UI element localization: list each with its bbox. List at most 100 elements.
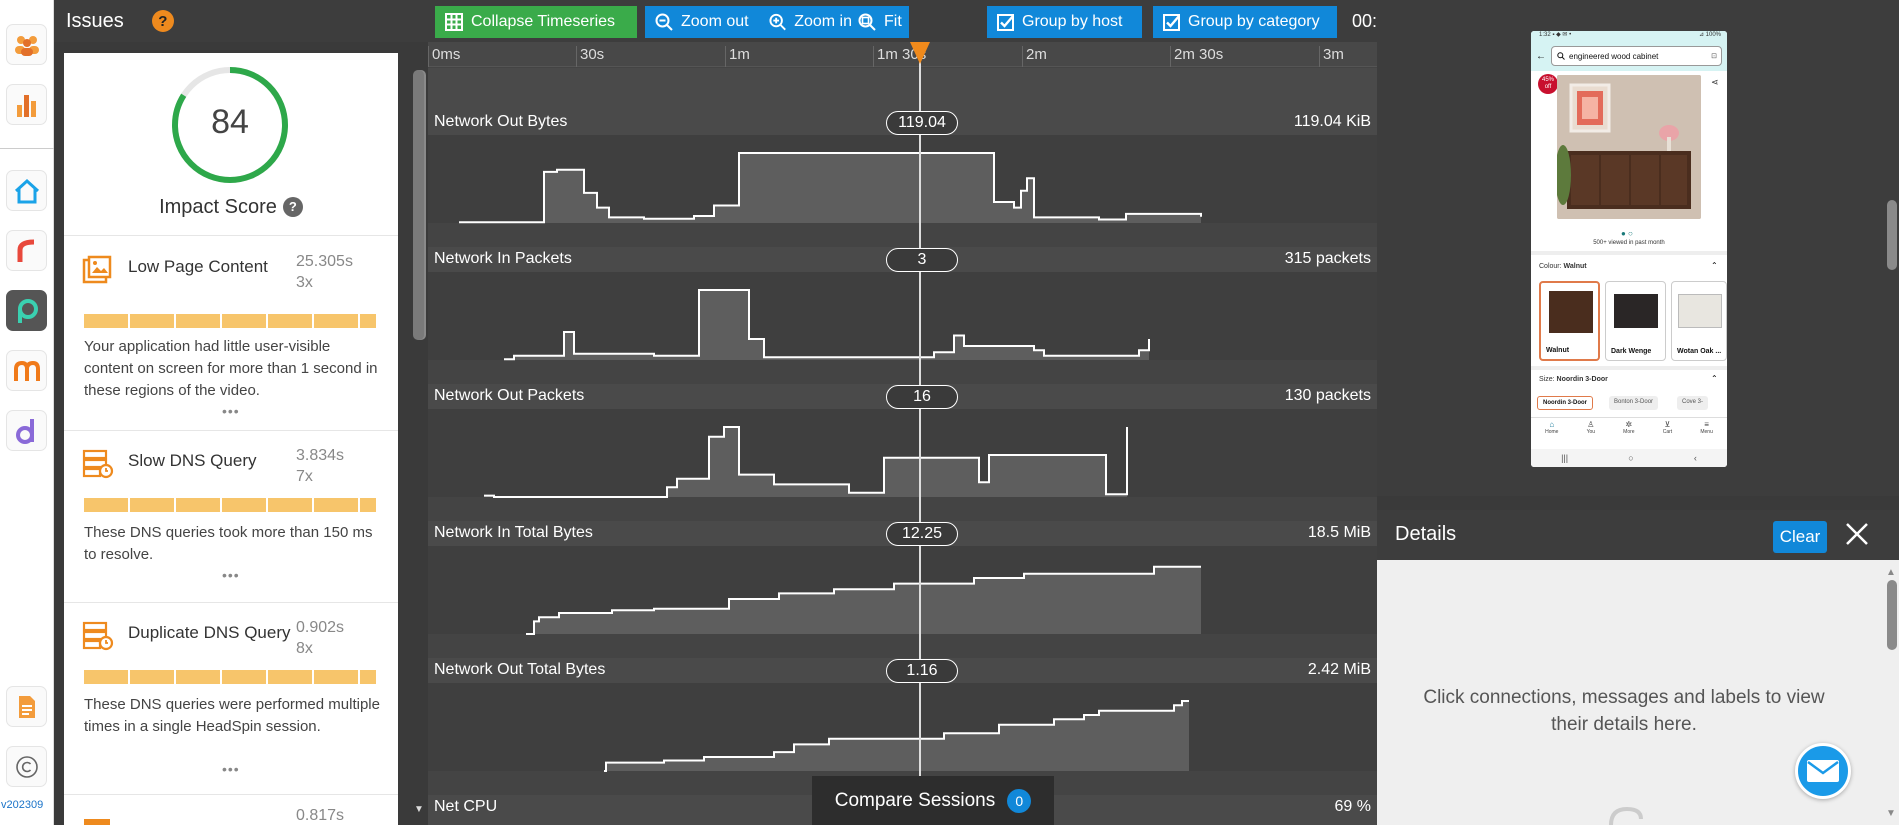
r-app-icon[interactable] [6, 230, 47, 271]
document-icon[interactable] [6, 686, 47, 727]
compare-count-badge: 0 [1007, 788, 1032, 813]
d-app-icon[interactable] [6, 410, 47, 451]
scroll-up-arrow[interactable]: ▲ [1886, 567, 1896, 578]
users-icon[interactable] [6, 24, 47, 65]
lane-series-fill [459, 153, 1201, 223]
clear-button[interactable]: Clear [1773, 521, 1827, 553]
timeseries-charts[interactable] [428, 42, 1377, 825]
issue-count: 3x [296, 274, 313, 291]
size-option[interactable]: Bonton 3-Door [1609, 396, 1659, 410]
issue-more[interactable]: ••• [222, 567, 240, 583]
grid-icon [445, 13, 463, 31]
lane-series-line[interactable] [504, 289, 1150, 361]
fit-button[interactable]: Fit [852, 6, 909, 38]
nav-cart[interactable]: ⊻ Cart [1663, 420, 1672, 441]
size-label: Size: [1539, 376, 1555, 383]
p-app-icon[interactable] [6, 290, 47, 331]
swatch-walnut[interactable]: Walnut [1539, 281, 1600, 361]
copyright-icon[interactable] [6, 746, 47, 787]
cart-icon: ⊻ [1664, 420, 1671, 429]
playhead-line[interactable] [919, 62, 921, 825]
app-root: v202309 Issues ? 84 Impact Score? Low Pa… [0, 0, 1899, 825]
phone-search-text: engineered wood cabinet [1569, 51, 1659, 61]
chevron-up-icon[interactable]: ⌃ [1711, 261, 1718, 270]
lane-series-fill [484, 427, 1127, 497]
nav-home[interactable]: ⌂ Home [1545, 420, 1558, 441]
issue-description: These DNS queries took more than 150 ms … [84, 524, 373, 563]
nav-menu[interactable]: ≡ Menu [1700, 420, 1713, 441]
impact-score-card: 84 Impact Score? [64, 53, 398, 236]
issue-more[interactable]: ••• [222, 761, 240, 777]
swatch-image [1549, 291, 1593, 333]
back-arrow-icon[interactable]: ← [1536, 51, 1546, 62]
issue-low-page-content[interactable]: Low Page Content 25.305s 3x Your applicat… [64, 237, 398, 431]
timeline-area[interactable]: 0ms 30s 1m 1m 30s 2m 2m 30s 3m Network O… [413, 42, 1377, 825]
colour-row[interactable]: Colour: Walnut [1539, 263, 1587, 270]
nav-you[interactable]: ♙ You [1587, 420, 1595, 441]
details-hint: Click connections, messages and labels t… [1423, 687, 1825, 735]
carousel-dots[interactable]: ● ○ [1621, 229, 1633, 238]
issue-timeline-bar[interactable] [84, 498, 376, 512]
contact-support-button[interactable] [1795, 743, 1851, 799]
close-icon[interactable] [1843, 520, 1871, 548]
issue-time: 25.305s 3x [296, 251, 353, 293]
recents-button[interactable]: ||| [1561, 453, 1568, 463]
group-host-label: Group by host [1022, 13, 1123, 30]
device-panel-scrollbar[interactable] [1887, 200, 1897, 270]
issues-title: Issues [66, 9, 124, 32]
issue-count: 7x [296, 468, 313, 485]
issue-duration: 3.834s [296, 447, 345, 464]
issue-slow-dns-query[interactable]: Slow DNS Query 3.834s 7x These DNS querie… [64, 431, 398, 603]
chevron-up-icon[interactable]: ⌃ [1711, 374, 1718, 383]
camera-icon[interactable]: ⊡ [1711, 52, 1717, 60]
collapse-timeseries-button[interactable]: Collapse Timeseries [435, 6, 637, 38]
scroll-down-arrow[interactable]: ▼ [414, 804, 424, 815]
size-option[interactable]: Noordin 3-Door [1537, 396, 1593, 410]
zoom-in-button[interactable]: Zoom in [763, 6, 852, 38]
compare-sessions-button[interactable]: Compare Sessions 0 [812, 776, 1054, 825]
issue-duplicate-dns-query[interactable]: Duplicate DNS Query 0.902s 8x These DNS q… [64, 603, 398, 795]
issue-count: 8x [296, 640, 313, 657]
nav-label: Cart [1662, 429, 1673, 435]
phone-search-box[interactable]: engineered wood cabinet ⊡ [1551, 46, 1722, 66]
issues-help-icon[interactable]: ? [151, 10, 174, 32]
phone-battery: ⊿ 100% [1698, 32, 1721, 38]
playhead-marker[interactable] [910, 42, 930, 64]
home-button[interactable]: ○ [1628, 453, 1633, 463]
analytics-icon[interactable] [6, 84, 47, 125]
rail-divider [0, 148, 54, 149]
device-screenshot[interactable]: 1:32 ▪ ◆ ✉ • ⊿ 100% ← engineered wood cab… [1531, 31, 1727, 467]
nav-more[interactable]: ✲ More [1623, 420, 1634, 441]
nav-label: You [1586, 429, 1596, 435]
group-category-label: Group by category [1188, 13, 1320, 30]
details-scrollbar[interactable] [1887, 580, 1897, 650]
size-row[interactable]: Size: Noordin 3-Door [1539, 376, 1608, 383]
impact-help-icon[interactable]: ? [282, 197, 303, 217]
issue-name: Low Page Content [128, 257, 268, 276]
issue-name: Duplicate DNS Query [128, 623, 291, 642]
back-button[interactable]: ‹ [1694, 453, 1697, 463]
size-option[interactable]: Cove 3- [1677, 396, 1709, 410]
zoom-out-label: Zoom out [681, 13, 749, 30]
section-divider [1531, 251, 1727, 255]
swatch-wotan-oak[interactable]: Wotan Oak ... [1671, 281, 1727, 361]
timeline-scrollbar[interactable] [413, 70, 424, 340]
product-image[interactable] [1557, 75, 1701, 219]
scroll-down-arrow[interactable]: ▼ [1886, 808, 1896, 819]
issue-more[interactable]: ••• [222, 403, 240, 419]
issue-partial[interactable]: 0.817s [64, 795, 398, 825]
app-rail: v202309 [0, 0, 54, 825]
lane-cursor-value: 3 [886, 248, 958, 272]
lane-cursor-value: 16 [886, 385, 958, 409]
issue-timeline-bar[interactable] [84, 670, 376, 684]
swatch-dark-wenge[interactable]: Dark Wenge [1605, 281, 1666, 361]
group-by-host-button[interactable]: Group by host [987, 6, 1142, 38]
version-label: v202309 [1, 799, 44, 811]
time-readout: 00: [1352, 11, 1378, 31]
home-icon[interactable] [6, 170, 47, 211]
issue-timeline-bar[interactable] [84, 314, 376, 328]
group-by-category-button[interactable]: Group by category [1153, 6, 1337, 38]
m-app-icon[interactable] [6, 350, 47, 391]
share-icon[interactable]: ⋖ [1711, 77, 1719, 88]
zoom-out-button[interactable]: Zoom out [645, 6, 763, 38]
